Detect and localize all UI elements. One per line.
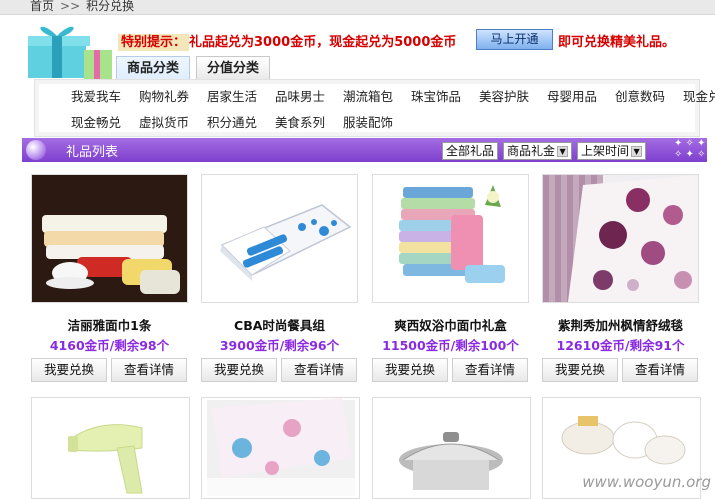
category-link[interactable]: 品味男士: [275, 89, 325, 104]
tableware-image-icon: [202, 175, 357, 302]
product-price: 12610金币/剩余91个: [556, 338, 685, 353]
view-detail-button[interactable]: 查看详情: [622, 358, 698, 382]
product-name[interactable]: 紫荆秀加州枫情舒绒毯: [542, 315, 699, 334]
gift-type-label: 商品礼金: [507, 144, 556, 158]
product-image-pot[interactable]: [372, 397, 531, 499]
category-link[interactable]: 创意数码: [615, 89, 665, 104]
exchange-button[interactable]: 我要兑换: [372, 358, 448, 382]
breadcrumb-home-link[interactable]: 首页: [30, 0, 54, 13]
category-link[interactable]: 现金兑换: [683, 89, 715, 104]
all-gifts-label: 全部礼品: [446, 144, 495, 158]
category-link[interactable]: 珠宝饰品: [411, 89, 461, 104]
view-detail-button[interactable]: 查看详情: [111, 358, 187, 382]
product-image-bedding[interactable]: [201, 397, 360, 499]
category-link[interactable]: 美食系列: [275, 115, 325, 130]
product-price: 11500金币/剩余100个: [382, 338, 519, 353]
category-link[interactable]: 潮流箱包: [343, 89, 393, 104]
tab-product-category[interactable]: 商品分类: [116, 56, 191, 80]
category-link[interactable]: 居家生活: [207, 89, 257, 104]
sort-time-label: 上架时间: [581, 144, 630, 158]
product-name[interactable]: 爽西奴浴巾面巾礼盒: [372, 315, 529, 334]
view-detail-button[interactable]: 查看详情: [452, 358, 528, 382]
category-link[interactable]: 我爱我车: [71, 89, 121, 104]
gift-box-logo-icon: [28, 26, 112, 80]
bath-towel-image-icon: [373, 175, 528, 302]
category-link[interactable]: 积分通兑: [207, 115, 257, 130]
product-price: 4160金币/剩余98个: [49, 338, 170, 353]
bedding-image-icon: [202, 398, 359, 498]
dropdown-arrow-icon: ▼: [631, 146, 643, 157]
category-link[interactable]: 现金畅兑: [71, 115, 121, 130]
exchange-button[interactable]: 我要兑换: [201, 358, 277, 382]
breadcrumb-separator: >>: [60, 0, 81, 13]
category-panel: 我爱我车 购物礼券 居家生活 品味男士 潮流箱包 珠宝饰品 美容护肤 母婴用品 …: [34, 79, 715, 137]
category-link[interactable]: 服装配饰: [343, 115, 393, 130]
bullet-ball-icon: [26, 140, 46, 160]
view-detail-button[interactable]: 查看详情: [281, 358, 357, 382]
dropdown-arrow-icon: ▼: [557, 146, 569, 157]
product-price: 3900金币/剩余96个: [219, 338, 340, 353]
hair-dryer-image-icon: [32, 398, 189, 498]
watermark: www.wooyun.org: [582, 473, 711, 491]
category-link[interactable]: 购物礼券: [139, 89, 189, 104]
category-link[interactable]: 虚拟货币: [139, 115, 189, 130]
open-now-button[interactable]: 马上开通: [476, 29, 553, 50]
gift-type-dropdown[interactable]: 商品礼金 ▼: [503, 142, 573, 160]
towel-image-icon: [32, 175, 187, 302]
top-breadcrumb-bar: 首页 >> 积分兑换: [0, 0, 715, 15]
product-image-bath-towel-set[interactable]: [372, 174, 529, 303]
exchange-button[interactable]: 我要兑换: [31, 358, 107, 382]
product-image-towel[interactable]: [31, 174, 188, 303]
product-image-blanket[interactable]: [542, 174, 699, 303]
category-link[interactable]: 母婴用品: [547, 89, 597, 104]
notice-label: 特别提示：: [118, 34, 190, 51]
sort-time-dropdown[interactable]: 上架时间 ▼: [577, 142, 647, 160]
breadcrumb-current: 积分兑换: [86, 0, 135, 13]
gift-list-bar: 礼品列表 全部礼品 商品礼金 ▼ 上架时间 ▼ ✦ ✧ ✦ ✧ ✦ ✧: [22, 138, 707, 162]
blanket-image-icon: [543, 175, 698, 302]
category-row-2: 现金畅兑 虚拟货币 积分通兑 美食系列 服装配饰: [71, 112, 407, 131]
notice-tail: 即可兑换精美礼品。: [558, 35, 676, 50]
exchange-button[interactable]: 我要兑换: [542, 358, 618, 382]
category-row-1: 我爱我车 购物礼券 居家生活 品味男士 潮流箱包 珠宝饰品 美容护肤 母婴用品 …: [71, 86, 715, 105]
notice-text: 礼品起兑为3000金币，现金起兑为5000金币: [189, 35, 457, 50]
product-image-tableware[interactable]: [201, 174, 358, 303]
all-gifts-filter[interactable]: 全部礼品: [442, 142, 499, 160]
category-link[interactable]: 美容护肤: [479, 89, 529, 104]
breadcrumb: 首页 >> 积分兑换: [30, 0, 134, 14]
special-notice: 特别提示： 礼品起兑为3000金币，现金起兑为5000金币: [118, 31, 457, 51]
product-name[interactable]: CBA时尚餐具组: [201, 315, 358, 334]
gift-list-title: 礼品列表: [66, 145, 119, 160]
sparkle-decoration-icon: ✦ ✧ ✦ ✧ ✦ ✧: [674, 138, 706, 160]
pot-image-icon: [373, 398, 530, 498]
product-name[interactable]: 洁丽雅面巾1条: [31, 315, 188, 334]
product-image-hair-dryer[interactable]: [31, 397, 190, 499]
tab-point-category[interactable]: 分值分类: [196, 56, 271, 80]
